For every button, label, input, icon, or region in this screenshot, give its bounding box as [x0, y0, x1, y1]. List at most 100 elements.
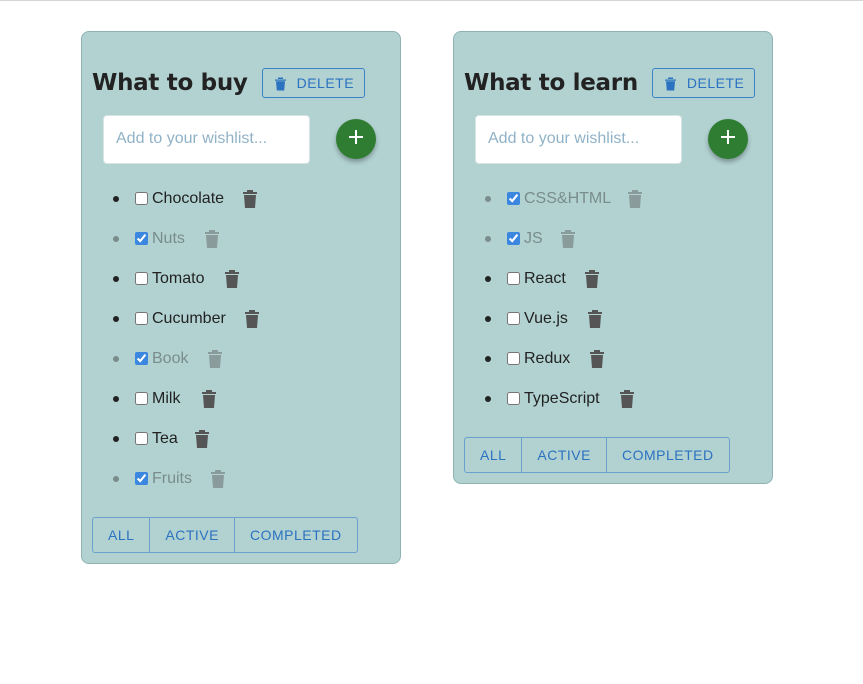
- trash-icon[interactable]: [205, 230, 219, 253]
- bullet: [113, 316, 119, 322]
- trash-icon[interactable]: [225, 270, 239, 293]
- add-item-form: [103, 114, 390, 164]
- card-header: What to learn DELETE: [464, 65, 762, 101]
- list-title: What to learn: [464, 70, 638, 96]
- add-item-button[interactable]: [708, 119, 748, 159]
- trash-icon[interactable]: [195, 430, 209, 453]
- card-header: What to buy DELETE: [92, 65, 390, 101]
- item-label: Cucumber: [152, 310, 226, 327]
- bullet: [113, 396, 119, 402]
- list-item: Tomato: [92, 259, 390, 299]
- item-list: Chocolate Nuts Tomato Cucumber Book Milk…: [92, 179, 390, 499]
- list-item: Tea: [92, 419, 390, 459]
- item-label: Milk: [152, 390, 181, 407]
- item-checkbox[interactable]: [507, 272, 520, 285]
- bullet: [485, 196, 491, 202]
- add-item-button[interactable]: [336, 119, 376, 159]
- bullet: [485, 356, 491, 362]
- trash-icon[interactable]: [620, 390, 634, 413]
- item-label: TypeScript: [524, 390, 600, 407]
- list-item: Book: [92, 339, 390, 379]
- item-label: Fruits: [152, 470, 192, 487]
- list-item: JS: [464, 219, 762, 259]
- todolist-card: What to buy DELETE Chocolate Nuts: [81, 31, 401, 564]
- trash-icon[interactable]: [211, 470, 225, 493]
- bullet: [113, 476, 119, 482]
- bullet: [113, 436, 119, 442]
- list-item: Fruits: [92, 459, 390, 499]
- item-label: JS: [524, 230, 543, 247]
- plus-icon: [720, 129, 736, 150]
- item-label: Tomato: [152, 270, 205, 287]
- item-label: Vue.js: [524, 310, 568, 327]
- list-item: Redux: [464, 339, 762, 379]
- list-item: Chocolate: [92, 179, 390, 219]
- filter-active-button[interactable]: ACTIVE: [150, 518, 235, 552]
- filter-all-button[interactable]: ALL: [93, 518, 151, 552]
- item-checkbox[interactable]: [135, 272, 148, 285]
- delete-list-button[interactable]: DELETE: [651, 68, 756, 98]
- bullet: [485, 276, 491, 282]
- item-label: CSS&HTML: [524, 190, 612, 207]
- list-item: CSS&HTML: [464, 179, 762, 219]
- trash-icon[interactable]: [585, 270, 599, 293]
- bullet: [113, 196, 119, 202]
- top-divider: [0, 0, 863, 1]
- trash-icon[interactable]: [590, 350, 604, 373]
- item-label: Book: [152, 350, 189, 367]
- bullet: [485, 396, 491, 402]
- item-checkbox[interactable]: [135, 472, 148, 485]
- filter-all-button[interactable]: ALL: [465, 438, 523, 472]
- item-label: Nuts: [152, 230, 185, 247]
- wishlist-input[interactable]: [103, 114, 310, 164]
- bullet: [113, 356, 119, 362]
- bullet: [113, 276, 119, 282]
- list-title: What to buy: [92, 70, 248, 96]
- trash-icon: [274, 76, 287, 91]
- item-checkbox[interactable]: [507, 352, 520, 365]
- trash-icon[interactable]: [202, 390, 216, 413]
- trash-icon[interactable]: [243, 190, 257, 213]
- item-checkbox[interactable]: [507, 392, 520, 405]
- item-label: Tea: [152, 430, 178, 447]
- item-checkbox[interactable]: [135, 432, 148, 445]
- trash-icon[interactable]: [628, 190, 642, 213]
- list-item: React: [464, 259, 762, 299]
- item-checkbox[interactable]: [135, 392, 148, 405]
- item-label: Chocolate: [152, 190, 225, 207]
- delete-list-label: DELETE: [686, 75, 745, 91]
- item-checkbox[interactable]: [507, 192, 520, 205]
- item-checkbox[interactable]: [135, 352, 148, 365]
- item-checkbox[interactable]: [507, 312, 520, 325]
- list-item: Nuts: [92, 219, 390, 259]
- plus-icon: [348, 129, 364, 150]
- item-checkbox[interactable]: [507, 232, 520, 245]
- item-checkbox[interactable]: [135, 192, 148, 205]
- list-item: Cucumber: [92, 299, 390, 339]
- filter-completed-button[interactable]: COMPLETED: [235, 518, 357, 552]
- filter-completed-button[interactable]: COMPLETED: [607, 438, 729, 472]
- wishlist-input[interactable]: [475, 114, 682, 164]
- bullet: [485, 316, 491, 322]
- list-item: TypeScript: [464, 379, 762, 419]
- trash-icon[interactable]: [245, 310, 259, 333]
- trash-icon[interactable]: [561, 230, 575, 253]
- trash-icon: [664, 76, 677, 91]
- item-checkbox[interactable]: [135, 312, 148, 325]
- list-item: Vue.js: [464, 299, 762, 339]
- item-label: Redux: [524, 350, 571, 367]
- add-item-form: [475, 114, 762, 164]
- bullet: [485, 236, 491, 242]
- todolist-card: What to learn DELETE CSS&HTML JS: [453, 31, 773, 484]
- trash-icon[interactable]: [208, 350, 222, 373]
- delete-list-button[interactable]: DELETE: [261, 68, 366, 98]
- item-checkbox[interactable]: [135, 232, 148, 245]
- filter-button-group: ALL ACTIVE COMPLETED: [92, 517, 358, 553]
- filter-button-group: ALL ACTIVE COMPLETED: [464, 437, 730, 473]
- bullet: [113, 236, 119, 242]
- list-item: Milk: [92, 379, 390, 419]
- trash-icon[interactable]: [588, 310, 602, 333]
- filter-active-button[interactable]: ACTIVE: [522, 438, 607, 472]
- item-label: React: [524, 270, 566, 287]
- delete-list-label: DELETE: [296, 75, 355, 91]
